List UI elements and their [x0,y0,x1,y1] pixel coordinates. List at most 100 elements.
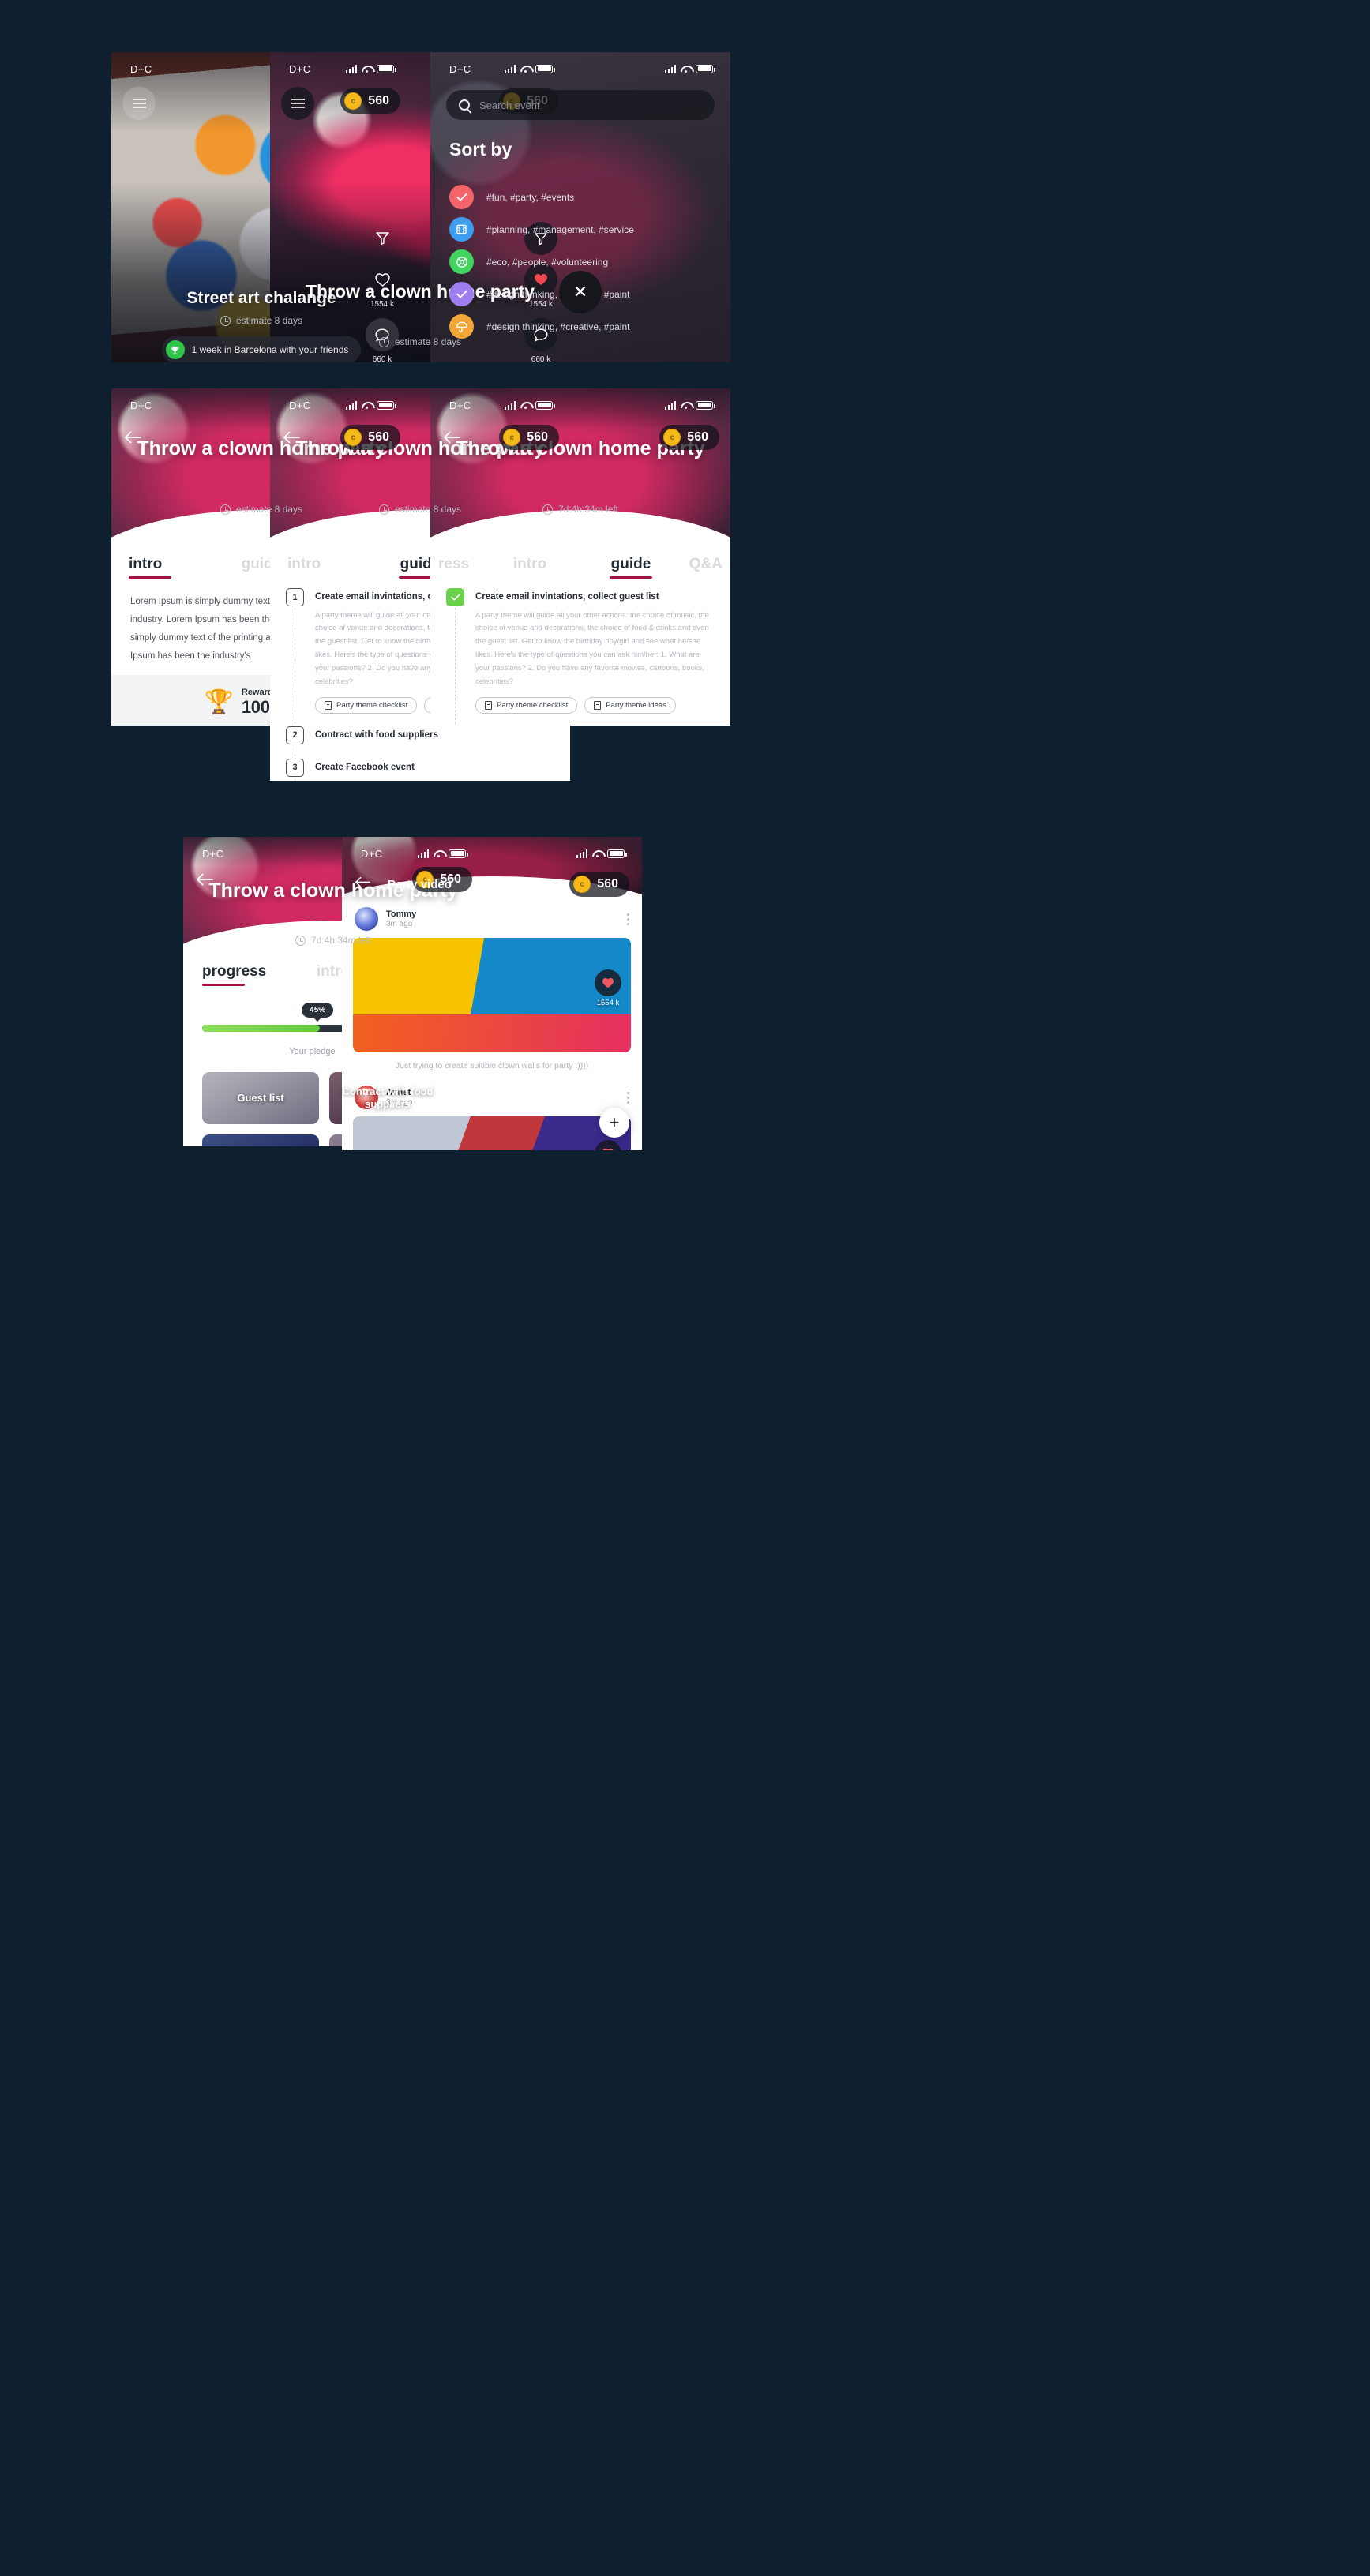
filter-icon [375,232,389,245]
clock-icon [378,336,389,347]
more-options-icon[interactable] [627,1089,629,1106]
sort-option-row[interactable]: #planning, #management, #service [449,217,715,242]
tab-intro[interactable]: intro [479,556,580,579]
signal-icon [664,64,676,73]
clock-icon [378,504,389,515]
sort-option-row[interactable]: #design thinking, #creative, #paint [449,314,715,339]
menu-button[interactable] [122,87,156,120]
clock-icon [220,504,231,515]
step-title: Create email invintations, collect guest… [475,592,659,602]
progress-fill [202,1025,321,1032]
coin-balance-value: 560 [368,430,389,444]
step-number: 2 [286,726,304,744]
guide-step[interactable]: 3 Create Facebook event [286,758,554,781]
clock-icon [542,504,553,515]
carrier-label: D+C [289,62,311,75]
filter-button[interactable] [366,222,399,255]
tab-intro[interactable]: intro [287,556,376,579]
tab-bar: ress intro guide Q&A [430,543,730,579]
coin-balance-value: 560 [597,877,618,891]
back-button[interactable] [124,429,141,447]
heart-icon [602,1148,614,1150]
close-button[interactable]: ✕ [559,271,602,313]
tab-intro[interactable]: intro [129,556,217,579]
arrow-left-icon [125,431,141,444]
event-estimate: estimate 8 days [111,315,411,326]
attachment-chip[interactable]: Party theme checklist [475,696,578,714]
add-post-button[interactable]: + [599,1108,629,1138]
carrier-label: D+C [130,399,152,411]
attachment-chip[interactable]: Party theme ideas [584,696,676,714]
attachment-chip[interactable]: Party theme checklist [315,696,418,714]
lifebuoy-icon [449,249,474,274]
estimate-label: estimate 8 days [235,315,303,326]
more-options-icon[interactable] [627,911,629,928]
tab-progress[interactable]: progress [202,963,290,986]
sort-option-row[interactable]: #fun, #party, #events [449,185,715,209]
tab-progress[interactable]: ress [438,556,479,579]
like-button[interactable] [595,969,621,996]
coin-balance-pill[interactable]: c 560 [499,425,559,450]
attachment-label: Party theme ideas [606,700,666,710]
menu-button[interactable] [281,87,314,120]
back-button[interactable] [443,429,460,447]
post-media[interactable]: 1554 k 660 [353,1116,631,1150]
carrier-label: D+C [449,399,471,411]
post-media[interactable]: 1554 k 660 k [353,938,631,1052]
tab-qa[interactable]: Q&A [681,556,723,579]
like-button[interactable] [595,1140,621,1150]
coin-icon: c [573,876,591,893]
signal-icon [576,849,587,858]
arrow-left-icon [283,431,300,444]
coin-balance-pill[interactable]: c 560 [340,425,400,450]
comment-button[interactable] [595,1014,621,1041]
coin-balance-value: 560 [687,430,708,444]
battery-icon [607,849,627,858]
feed-top-bar: Party video c 560 [342,872,642,897]
carrier-label: D+C [289,399,311,411]
step-title: Contract with food suppliers [315,729,438,740]
screen-event-guide-progress: D+C c 560 Throw a clown home party 7d:4h… [430,388,730,726]
back-button[interactable] [355,876,370,892]
heart-icon [602,977,614,988]
guide-step[interactable]: Create email invintations, collect guest… [446,588,715,726]
coin-icon: c [344,429,362,446]
carrier-label: D+C [202,847,224,860]
search-bar[interactable] [446,90,715,120]
event-countdown: 7d:4h:34m left [430,504,730,515]
tab-guide[interactable]: guide [580,556,681,579]
event-countdown: 7d:4h:34m left [183,935,483,946]
back-button[interactable] [196,872,213,889]
trophy-icon: 🏆 [204,689,234,715]
arrow-left-icon [197,873,213,886]
avatar[interactable] [355,907,378,931]
coin-icon: c [663,429,681,446]
pledge-label: Your pledge [289,1046,336,1056]
step-description: A party theme will guide all your other … [475,610,709,687]
sort-option-label: #fun, #party, #events [486,191,575,203]
wifi-icon [592,849,602,857]
carrier-label: D+C [449,62,471,75]
task-card[interactable]: Guest list [202,1072,319,1124]
arrow-left-icon [355,876,370,888]
page-title: Party video [388,877,452,891]
coin-icon: c [503,429,521,446]
step-connector [455,608,456,726]
battery-icon [696,400,715,410]
back-button[interactable] [283,429,300,447]
step-title: Create Facebook event [315,762,415,772]
search-input[interactable] [479,99,702,111]
coin-balance-value: 560 [527,430,548,444]
comment-icon [602,1022,614,1034]
task-card[interactable]: Facebook event [202,1134,319,1146]
feed-post: Tommy 3m ago 1554 k 660 k Just trying to… [342,897,642,1075]
coin-balance-pill[interactable]: c 560 [340,88,400,114]
comment-count: 660 k [599,1044,617,1052]
step-number: 3 [286,758,304,777]
clock-icon [220,315,231,326]
guide-step[interactable]: 2 Contract with food suppliers [286,726,554,760]
coin-balance-pill[interactable]: c 560 [569,872,629,897]
coin-balance-pill[interactable]: c 560 [659,425,719,450]
sort-option-label: #eco, #people, #volunteering [486,256,609,268]
search-icon [459,99,470,111]
